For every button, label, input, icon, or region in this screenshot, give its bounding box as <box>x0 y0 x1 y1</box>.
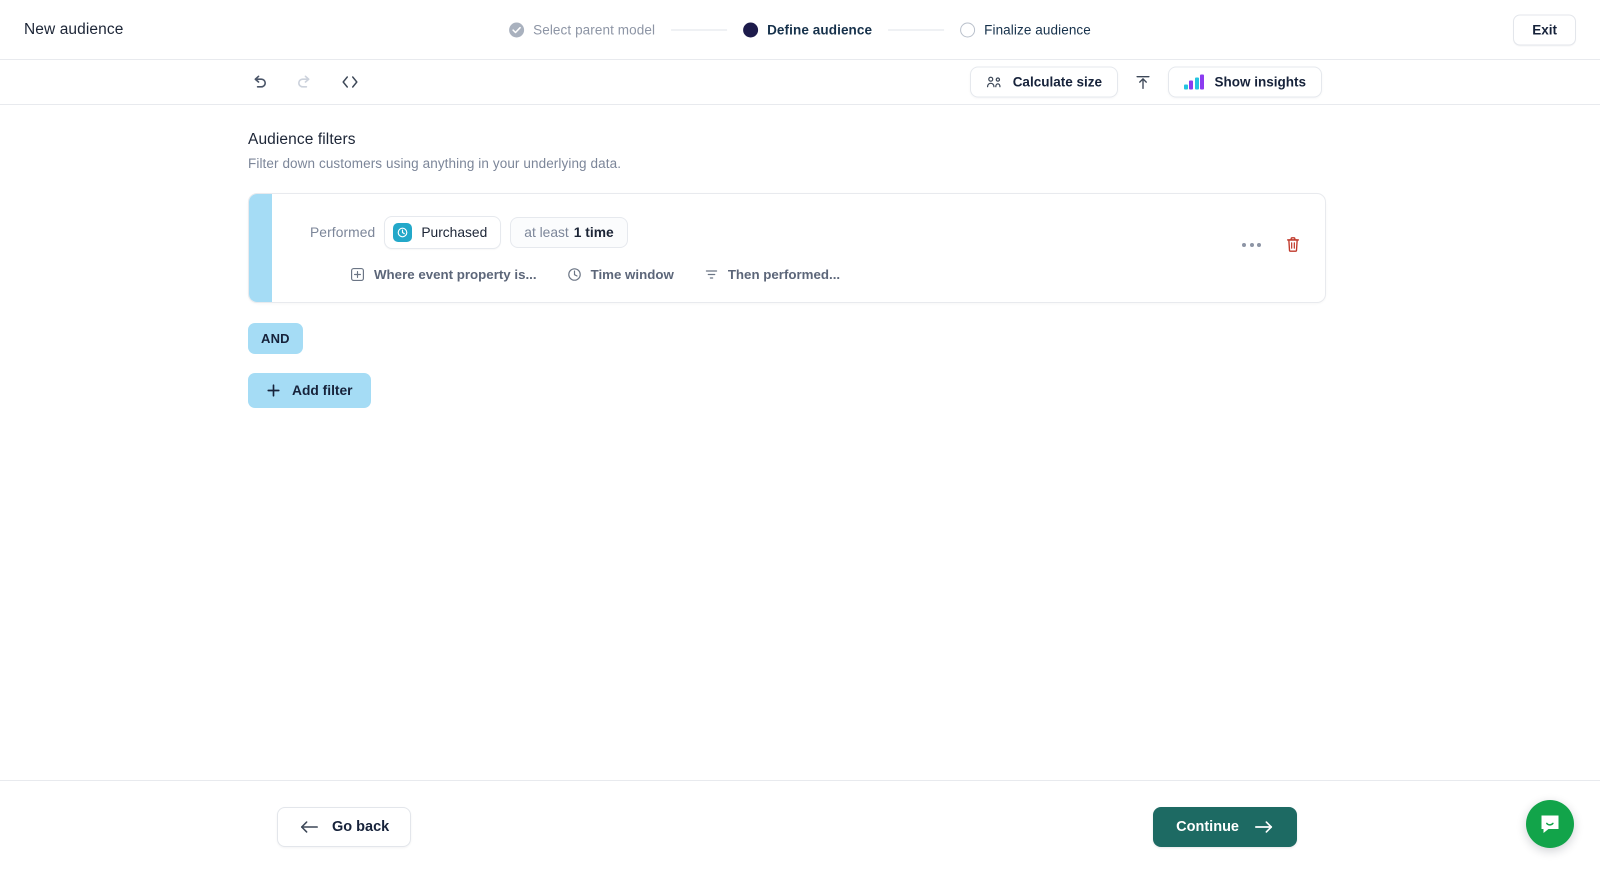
step-label: Finalize audience <box>984 22 1091 37</box>
people-group-icon <box>986 75 1003 90</box>
add-filter-button[interactable]: Add filter <box>248 373 371 408</box>
go-back-button[interactable]: Go back <box>277 807 411 847</box>
frequency-selector[interactable]: at least 1 time <box>510 217 627 248</box>
stepper-connector <box>888 29 944 30</box>
top-bar: New audience Select parent model Define … <box>0 0 1600 60</box>
step-finalize-audience[interactable]: Finalize audience <box>960 22 1091 37</box>
page-title: New audience <box>24 21 123 39</box>
audience-filters-title: Audience filters <box>248 131 1576 149</box>
exit-button[interactable]: Exit <box>1513 14 1576 45</box>
toolbar-right-group: Calculate size Show insights <box>970 67 1322 98</box>
filter-card-tools <box>1242 234 1303 255</box>
sub-action-label: Where event property is... <box>374 267 537 282</box>
code-view-button[interactable] <box>338 70 362 94</box>
plus-square-icon <box>350 267 365 282</box>
empty-circle-icon <box>960 22 975 37</box>
step-label: Define audience <box>767 22 872 37</box>
add-filter-label: Add filter <box>292 383 353 398</box>
filter-sub-actions: Where event property is... Time window <box>310 267 1325 282</box>
upload-export-icon <box>1134 73 1152 91</box>
time-window-button[interactable]: Time window <box>567 267 674 282</box>
bar-chart-icon <box>1184 75 1205 90</box>
arrow-right-icon <box>1254 819 1274 835</box>
step-label: Select parent model <box>533 22 655 37</box>
frequency-prefix-label: at least <box>524 225 568 240</box>
filter-card: Performed Purchased at least 1 time <box>248 193 1326 303</box>
filter-condition-row: Performed Purchased at least 1 time <box>310 216 1325 249</box>
add-filter-row: Add filter <box>248 354 1576 408</box>
trash-icon <box>1285 236 1301 253</box>
filter-prefix-label: Performed <box>310 225 375 240</box>
sub-action-label: Then performed... <box>728 267 840 282</box>
export-button[interactable] <box>1128 67 1158 97</box>
sub-action-label: Time window <box>591 267 674 282</box>
go-back-label: Go back <box>332 819 389 835</box>
delete-filter-button[interactable] <box>1283 234 1303 255</box>
step-define-audience[interactable]: Define audience <box>743 22 872 37</box>
main-content: Audience filters Filter down customers u… <box>0 105 1600 780</box>
chat-bubble-icon <box>1537 811 1563 837</box>
plus-icon <box>266 383 281 398</box>
calculate-size-label: Calculate size <box>1013 75 1102 90</box>
redo-button[interactable] <box>293 71 316 94</box>
editor-toolbar: Calculate size Show insights <box>0 60 1600 105</box>
filter-accent-bar <box>249 194 272 302</box>
wizard-footer: Go back Continue <box>0 780 1600 873</box>
toolbar-left-group <box>248 70 362 94</box>
continue-label: Continue <box>1176 819 1239 835</box>
check-circle-icon <box>509 22 524 37</box>
filled-circle-icon <box>743 22 758 37</box>
audience-filters-subtitle: Filter down customers using anything in … <box>248 156 1576 171</box>
and-badge-row: AND <box>248 303 1576 354</box>
and-operator-badge[interactable]: AND <box>248 323 303 354</box>
undo-button[interactable] <box>248 71 271 94</box>
frequency-value-label: 1 time <box>574 225 614 240</box>
arrow-left-icon <box>299 819 319 835</box>
clock-square-icon <box>393 223 412 242</box>
stepper-connector <box>671 29 727 30</box>
audience-builder-app: New audience Select parent model Define … <box>0 0 1600 873</box>
undo-icon <box>250 73 269 92</box>
then-performed-button[interactable]: Then performed... <box>704 267 840 282</box>
add-event-property-condition-button[interactable]: Where event property is... <box>350 267 537 282</box>
redo-icon <box>295 73 314 92</box>
code-brackets-icon <box>340 72 360 92</box>
clock-icon <box>567 267 582 282</box>
step-select-parent-model[interactable]: Select parent model <box>509 22 655 37</box>
funnel-icon <box>704 267 719 282</box>
continue-button[interactable]: Continue <box>1153 807 1297 847</box>
calculate-size-button[interactable]: Calculate size <box>970 67 1118 98</box>
event-name-label: Purchased <box>421 225 487 240</box>
wizard-stepper: Select parent model Define audience Fina… <box>509 22 1091 37</box>
support-chat-button[interactable] <box>1526 800 1574 848</box>
show-insights-button[interactable]: Show insights <box>1168 67 1322 98</box>
filter-card-body: Performed Purchased at least 1 time <box>272 194 1325 302</box>
more-options-button[interactable] <box>1242 243 1261 247</box>
event-selector-chip[interactable]: Purchased <box>384 216 501 249</box>
show-insights-label: Show insights <box>1214 75 1306 90</box>
